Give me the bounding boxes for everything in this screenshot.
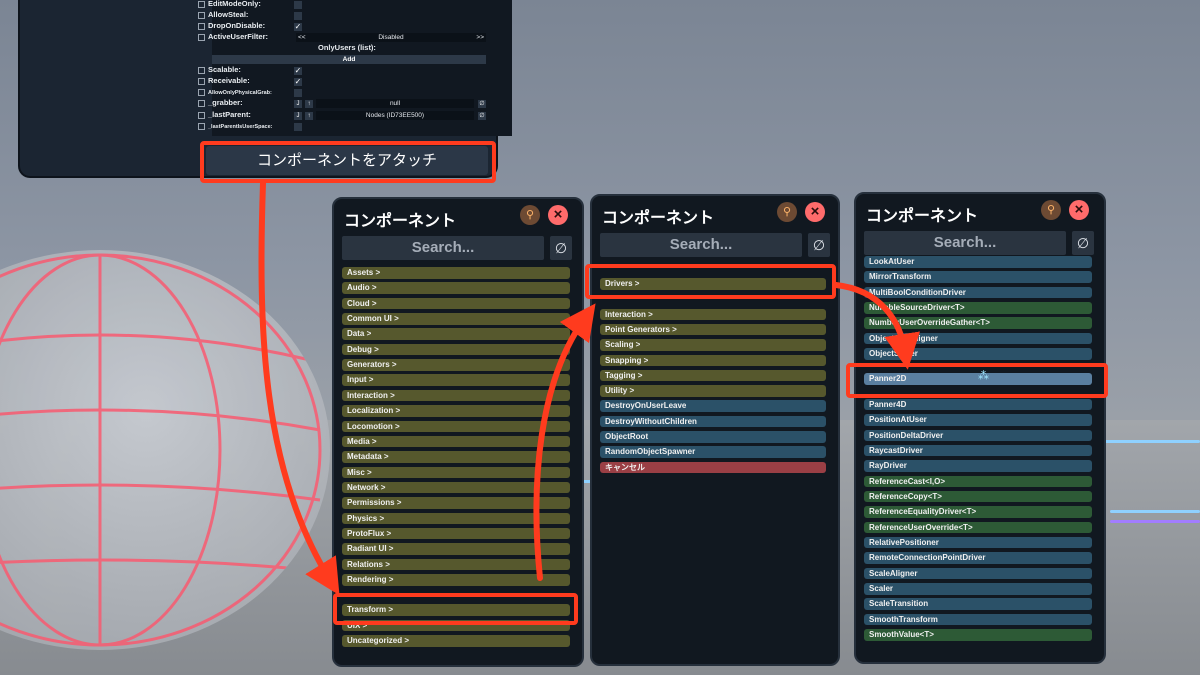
arrow-transform-to-drivers [533,303,596,581]
cursor-icon: ⁂ [978,370,989,382]
arrow-attach-to-transform [258,180,340,596]
arrow-drivers-to-panner [833,282,920,370]
guide-arrows [258,180,920,596]
